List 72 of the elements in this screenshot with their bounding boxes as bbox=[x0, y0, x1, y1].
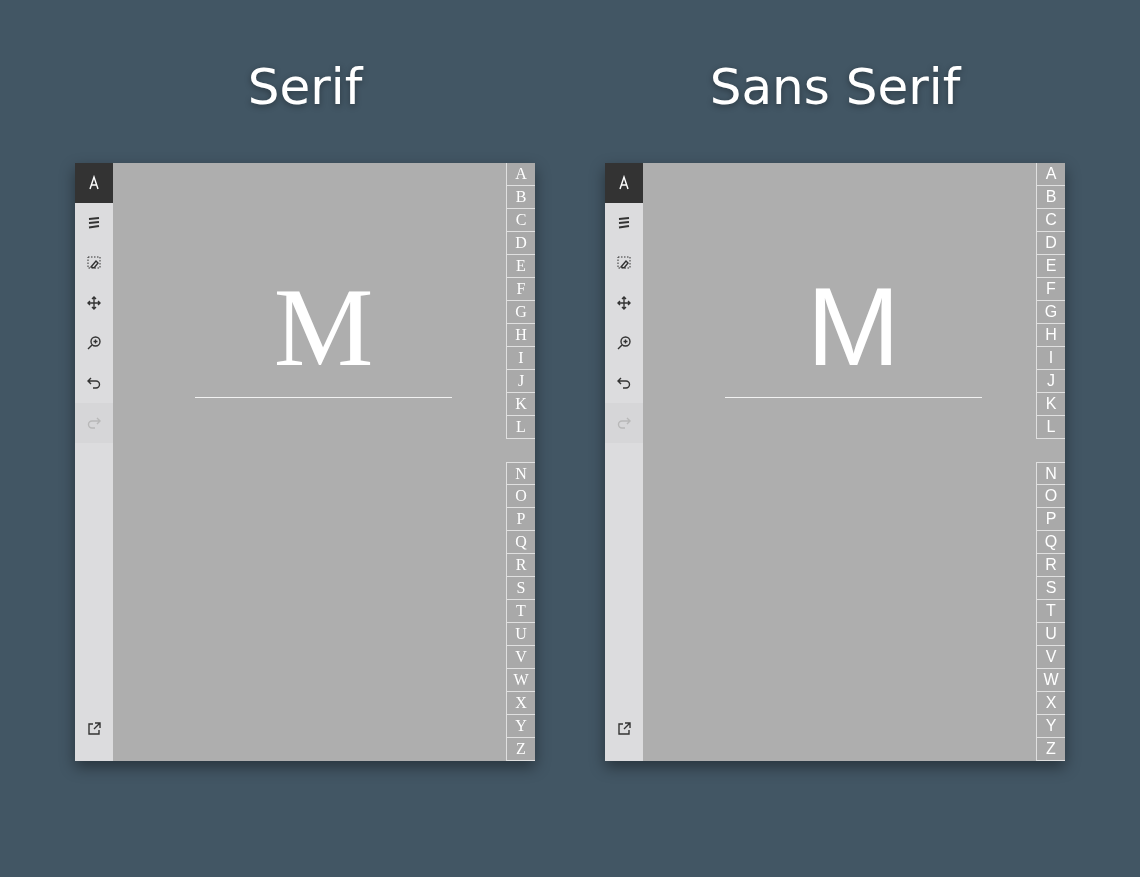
move-icon bbox=[86, 295, 102, 311]
letter-tab[interactable]: X bbox=[507, 692, 535, 715]
zoom-icon bbox=[86, 335, 102, 351]
letter-tab[interactable]: B bbox=[1037, 186, 1065, 209]
letter-tab[interactable]: Q bbox=[507, 531, 535, 554]
letter-tab[interactable]: Q bbox=[1037, 531, 1065, 554]
letter-tab[interactable]: A bbox=[1037, 163, 1065, 186]
letter-tab[interactable]: D bbox=[507, 232, 535, 255]
letter-tab[interactable]: W bbox=[507, 669, 535, 692]
letter-tab[interactable]: O bbox=[1037, 485, 1065, 508]
letter-tab[interactable]: I bbox=[507, 347, 535, 370]
letter-tab[interactable]: C bbox=[1037, 209, 1065, 232]
tool-button[interactable] bbox=[605, 163, 643, 203]
letter-tab[interactable]: I bbox=[1037, 347, 1065, 370]
letter-tab[interactable]: E bbox=[507, 255, 535, 278]
panel-title: Serif bbox=[247, 57, 363, 118]
letter-tab[interactable]: N bbox=[1037, 462, 1065, 485]
export-icon bbox=[86, 721, 102, 737]
letter-tab[interactable]: Y bbox=[507, 715, 535, 738]
letter-tab[interactable]: T bbox=[507, 600, 535, 623]
letter-tab[interactable]: H bbox=[507, 324, 535, 347]
letter-tab[interactable]: N bbox=[507, 462, 535, 485]
letter-tab[interactable]: O bbox=[507, 485, 535, 508]
letter-tab[interactable]: C bbox=[507, 209, 535, 232]
letter-tab[interactable]: R bbox=[507, 554, 535, 577]
undo-icon bbox=[616, 375, 632, 391]
letter-tab[interactable]: F bbox=[1037, 278, 1065, 301]
letter-tab[interactable]: T bbox=[1037, 600, 1065, 623]
lines-icon bbox=[616, 215, 632, 231]
letter-tab[interactable]: F bbox=[507, 278, 535, 301]
letter-tab[interactable]: J bbox=[507, 370, 535, 393]
tool-button[interactable] bbox=[75, 163, 113, 203]
letter-tab[interactable]: D bbox=[1037, 232, 1065, 255]
export-icon bbox=[616, 721, 632, 737]
page-heading: M bbox=[806, 271, 901, 383]
letter-tab[interactable]: Z bbox=[507, 738, 535, 761]
letter-tab[interactable]: E bbox=[1037, 255, 1065, 278]
redo-icon bbox=[616, 415, 632, 431]
letter-tab[interactable]: S bbox=[1037, 577, 1065, 600]
letter-tab[interactable]: K bbox=[1037, 393, 1065, 416]
letter-tab[interactable]: H bbox=[1037, 324, 1065, 347]
letter-tab[interactable]: U bbox=[507, 623, 535, 646]
letter-tab[interactable]: U bbox=[1037, 623, 1065, 646]
letter-tab[interactable]: J bbox=[1037, 370, 1065, 393]
letter-tab[interactable]: P bbox=[507, 508, 535, 531]
letter-tab[interactable]: P bbox=[1037, 508, 1065, 531]
letter-tab[interactable]: G bbox=[1037, 301, 1065, 324]
letter-a-icon bbox=[86, 175, 102, 191]
eraser-icon bbox=[86, 255, 102, 271]
letter-a-icon bbox=[616, 175, 632, 191]
move-icon bbox=[616, 295, 632, 311]
zoom-icon bbox=[616, 335, 632, 351]
letter-tab[interactable]: K bbox=[507, 393, 535, 416]
undo-icon bbox=[86, 375, 102, 391]
letter-tab[interactable]: V bbox=[507, 646, 535, 669]
letter-tab[interactable]: Z bbox=[1037, 738, 1065, 761]
letter-tab[interactable]: R bbox=[1037, 554, 1065, 577]
eraser-icon bbox=[616, 255, 632, 271]
letter-tab[interactable]: X bbox=[1037, 692, 1065, 715]
letter-tab[interactable]: Y bbox=[1037, 715, 1065, 738]
letter-tab[interactable]: S bbox=[507, 577, 535, 600]
letter-tab[interactable]: V bbox=[1037, 646, 1065, 669]
letter-tab[interactable]: G bbox=[507, 301, 535, 324]
panel-title: Sans Serif bbox=[709, 57, 961, 118]
letter-tab[interactable]: B bbox=[507, 186, 535, 209]
letter-tab[interactable]: L bbox=[1037, 416, 1065, 439]
letter-tab[interactable]: W bbox=[1037, 669, 1065, 692]
letter-tab[interactable]: L bbox=[507, 416, 535, 439]
page-heading: M bbox=[273, 271, 374, 383]
lines-icon bbox=[86, 215, 102, 231]
letter-tab[interactable]: A bbox=[507, 163, 535, 186]
redo-icon bbox=[86, 415, 102, 431]
